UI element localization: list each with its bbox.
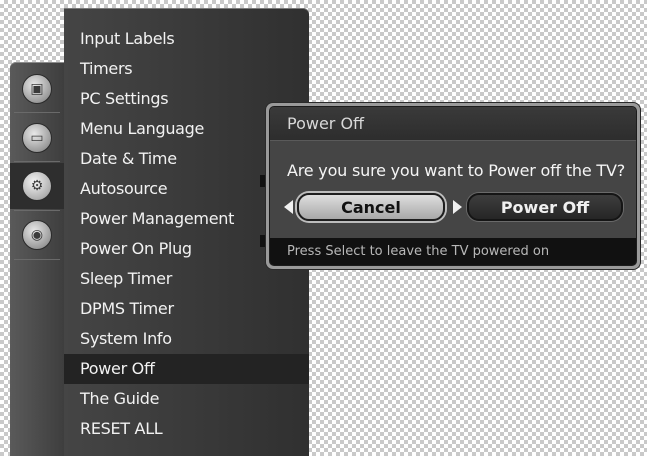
tv-category[interactable]: ▭: [10, 115, 64, 161]
gears-icon: ⚙: [22, 171, 52, 201]
dialog-message: Are you sure you want to Power off the T…: [287, 161, 625, 180]
submenu-marker: [260, 235, 265, 247]
menu-item-power-off[interactable]: Power Off: [64, 354, 309, 384]
arrow-left-icon: [284, 200, 293, 214]
arrow-right-icon: [453, 200, 462, 214]
menu-item-reset-all[interactable]: RESET ALL: [64, 414, 309, 444]
menu-item-input-labels[interactable]: Input Labels: [64, 24, 309, 54]
dialog-title: Power Off: [270, 107, 636, 141]
dialog-hint: Press Select to leave the TV powered on: [270, 238, 636, 265]
cancel-button[interactable]: Cancel: [297, 193, 445, 221]
menu-item-the-guide[interactable]: The Guide: [64, 384, 309, 414]
divider: [14, 210, 60, 211]
divider: [14, 112, 60, 113]
camera-category[interactable]: ◉: [10, 212, 64, 258]
power-off-button[interactable]: Power Off: [467, 193, 623, 221]
menu-item-system-info[interactable]: System Info: [64, 324, 309, 354]
divider: [14, 161, 60, 162]
camera-icon: ◉: [22, 220, 52, 250]
category-strip: ▣ ▭ ⚙ ◉: [10, 62, 64, 456]
menu-item-dpms-timer[interactable]: DPMS Timer: [64, 294, 309, 324]
dialog-body: Power Off Are you sure you want to Power…: [269, 106, 637, 266]
menu-item-timers[interactable]: Timers: [64, 54, 309, 84]
power-off-dialog: Power Off Are you sure you want to Power…: [266, 103, 640, 269]
settings-category[interactable]: ⚙: [10, 163, 64, 209]
divider: [14, 259, 60, 260]
submenu-marker: [260, 175, 265, 187]
picture-icon: ▣: [22, 74, 52, 104]
tv-icon: ▭: [22, 123, 52, 153]
picture-category[interactable]: ▣: [10, 66, 64, 112]
